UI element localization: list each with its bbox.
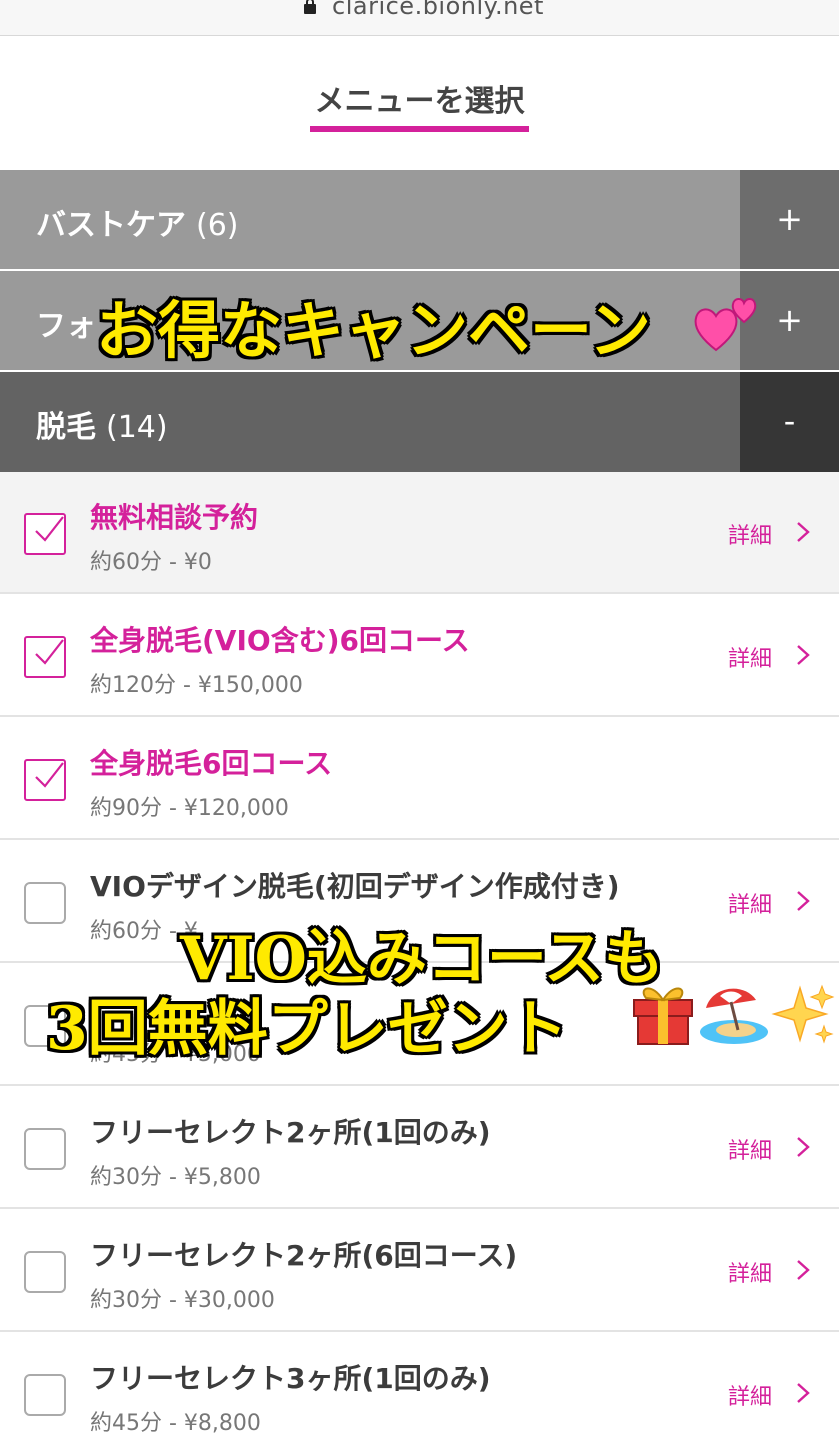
checkmark-icon <box>35 639 64 665</box>
menu-item[interactable]: 無料相談予約 約60分 - ¥0 詳細 <box>0 472 839 594</box>
checkbox[interactable] <box>24 1128 66 1170</box>
checkmark-icon <box>35 762 64 788</box>
checkbox[interactable] <box>24 1374 66 1416</box>
checkbox[interactable] <box>24 636 66 678</box>
detail-link[interactable]: 詳細 <box>728 641 772 673</box>
tab-select-menu[interactable]: メニューを選択 <box>310 76 529 120</box>
item-name: フリーセレクト2ヶ所(6回コース) <box>90 1239 518 1272</box>
item-meta: 約30分 - ¥5,800 <box>90 1165 261 1190</box>
gift-icon <box>633 987 693 1045</box>
category-name: 脱毛 <box>36 410 96 445</box>
collapse-button[interactable]: - <box>740 372 839 472</box>
category-hair-removal[interactable]: 脱毛 (14) - <box>0 372 839 472</box>
menu-item[interactable]: フリーセレクト3ヶ所(1回のみ) 約45分 - ¥8,800 詳細 <box>0 1333 839 1440</box>
beach-umbrella-icon <box>700 988 768 1044</box>
checkbox[interactable] <box>24 1251 66 1293</box>
menu-item[interactable]: 全身脱毛(VIO含む)6回コース 約120分 - ¥150,000 詳細 <box>0 595 839 717</box>
category-count: (14) <box>106 410 168 445</box>
item-meta: 約90分 - ¥120,000 <box>90 796 289 821</box>
item-name: 無料相談予約 <box>90 501 259 534</box>
browser-url-bar[interactable]: clarice.bionly.net <box>0 0 839 36</box>
category-count: (6) <box>196 208 239 243</box>
category-name: フォ <box>36 309 96 344</box>
tab-active-underline <box>310 126 529 132</box>
chevron-right-icon[interactable] <box>793 520 813 544</box>
detail-link[interactable]: 詳細 <box>728 518 772 550</box>
item-meta: 約45分 - ¥8,800 <box>90 1411 261 1436</box>
checkbox[interactable] <box>24 759 66 801</box>
campaign-caption: お得なキャンペーン <box>96 294 651 367</box>
item-name: フリーセレクト2ヶ所(1回のみ) <box>90 1116 491 1149</box>
item-meta: 約60分 - ¥0 <box>90 550 212 575</box>
detail-link[interactable]: 詳細 <box>728 1379 772 1411</box>
menu-item[interactable]: 全身脱毛6回コース 約90分 - ¥120,000 <box>0 718 839 840</box>
chevron-right-icon[interactable] <box>793 1135 813 1159</box>
lock-icon <box>304 0 316 16</box>
menu-item[interactable]: フリーセレクト2ヶ所(6回コース) 約30分 - ¥30,000 詳細 <box>0 1210 839 1332</box>
category-name: バストケア <box>36 208 186 243</box>
chevron-right-icon[interactable] <box>793 1381 813 1405</box>
url-text: clarice.bionly.net <box>332 0 544 20</box>
checkbox[interactable] <box>24 513 66 555</box>
item-meta: 約120分 - ¥150,000 <box>90 673 303 698</box>
sparkles-icon <box>771 984 835 1044</box>
item-name: 全身脱毛(VIO含む)6回コース <box>90 624 470 657</box>
chevron-right-icon[interactable] <box>793 1258 813 1282</box>
item-name: 全身脱毛6回コース <box>90 747 333 780</box>
item-meta: 約30分 - ¥30,000 <box>90 1288 275 1313</box>
chevron-right-icon[interactable] <box>793 889 813 913</box>
two-hearts-icon <box>694 298 757 352</box>
expand-button[interactable]: + <box>740 170 839 270</box>
category-bust-care[interactable]: バストケア (6) + <box>0 170 839 270</box>
detail-link[interactable]: 詳細 <box>728 887 772 919</box>
detail-link[interactable]: 詳細 <box>728 1256 772 1288</box>
item-name: VIOデザイン脱毛(初回デザイン作成付き) <box>90 870 620 903</box>
tab-header: メニューを選択 <box>0 36 839 170</box>
checkbox[interactable] <box>24 882 66 924</box>
free-present-caption: 3回無料プレゼント <box>46 994 568 1064</box>
checkmark-icon <box>35 516 64 542</box>
chevron-right-icon[interactable] <box>793 643 813 667</box>
item-name: フリーセレクト3ヶ所(1回のみ) <box>90 1362 491 1395</box>
menu-item[interactable]: フリーセレクト2ヶ所(1回のみ) 約30分 - ¥5,800 詳細 <box>0 1087 839 1209</box>
detail-link[interactable]: 詳細 <box>728 1133 772 1165</box>
